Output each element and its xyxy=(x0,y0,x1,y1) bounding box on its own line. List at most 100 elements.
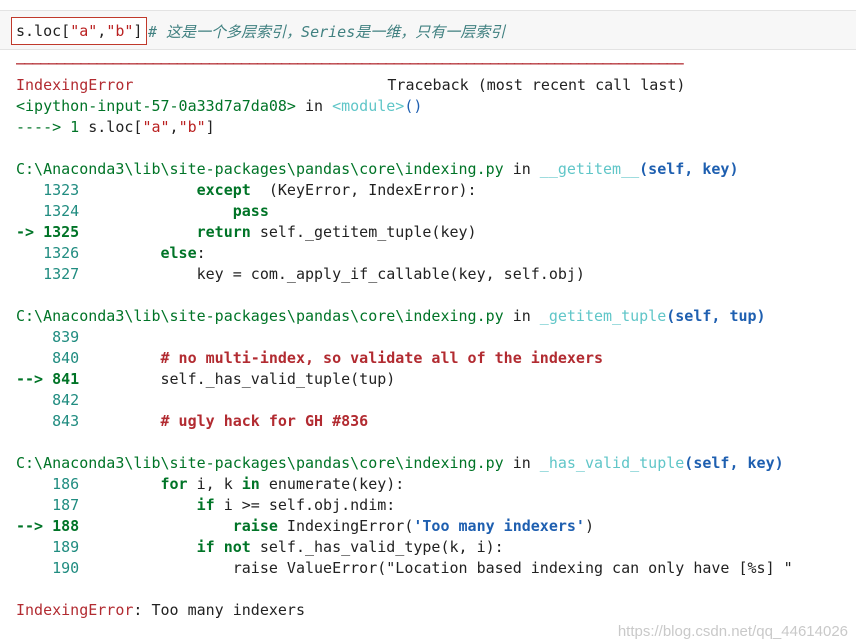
line-number: 187 xyxy=(52,496,80,514)
arrow-marker xyxy=(16,559,52,577)
cell-input-row[interactable]: s.loc["a", "b"] # 这是一个多层索引，Series是一维，只有一层… xyxy=(0,10,856,50)
in-word: in xyxy=(503,160,540,178)
in-word: in xyxy=(295,97,333,115)
module-name: <module> xyxy=(332,97,405,115)
code-token: key = com._apply_if_callable(key, self.o… xyxy=(196,265,585,283)
code-token: # ugly hack for GH #836 xyxy=(160,412,369,430)
frame-function: _getitem_tuple xyxy=(539,307,667,325)
line-number: 839 xyxy=(52,328,80,346)
code-token: if xyxy=(196,538,215,556)
code-line: 839 xyxy=(16,327,856,348)
traceback-output: ────────────────────────────────────────… xyxy=(16,54,856,621)
arrow-marker xyxy=(16,391,52,409)
frame-header: C:\Anaconda3\lib\site-packages\pandas\co… xyxy=(16,159,856,180)
frame-args: (self, tup) xyxy=(666,307,766,325)
line-number: 840 xyxy=(52,349,80,367)
code-token: for xyxy=(160,475,188,493)
line-number: 842 xyxy=(52,391,80,409)
in-word: in xyxy=(503,307,540,325)
arrow-marker xyxy=(16,265,43,283)
code-token: 'Too many indexers' xyxy=(413,517,585,535)
code-token: i >= self.obj.ndim: xyxy=(214,496,396,514)
code-line: 1326 else: xyxy=(16,243,856,264)
traceback-header-text: Traceback (most recent call last) xyxy=(387,76,686,94)
arrow-marker: -> xyxy=(16,223,44,241)
code-line: 843 # ugly hack for GH #836 xyxy=(16,411,856,432)
code-line: --> 188 raise IndexingError('Too many in… xyxy=(16,516,856,537)
code-line: -> 1325 return self._getitem_tuple(key) xyxy=(16,222,856,243)
line-number: 190 xyxy=(52,559,80,577)
code-line: 1323 except (KeyError, IndexError): xyxy=(16,180,856,201)
code-token: else xyxy=(160,244,197,262)
code-text: s.loc[ xyxy=(88,118,143,136)
code-token: ) xyxy=(584,517,594,535)
code-string: "a" xyxy=(142,118,170,136)
code-token: (KeyError, IndexError): xyxy=(250,181,477,199)
line-number: 841 xyxy=(52,370,80,388)
final-error-message: : Too many indexers xyxy=(133,601,305,619)
code-prefix: s.loc[ xyxy=(16,22,71,40)
frame-path: C:\Anaconda3\lib\site-packages\pandas\co… xyxy=(16,160,504,178)
code-token: self._getitem_tuple(key) xyxy=(250,223,477,241)
arrow-marker xyxy=(16,475,52,493)
frame-path: C:\Anaconda3\lib\site-packages\pandas\co… xyxy=(16,307,504,325)
error-name: IndexingError xyxy=(16,76,134,94)
code-line: 1324 pass xyxy=(16,201,856,222)
watermark: https://blog.csdn.net/qq_44614026 xyxy=(617,623,848,640)
arrow-marker xyxy=(16,496,52,514)
code-line: --> 841 self._has_valid_tuple(tup) xyxy=(16,369,856,390)
code-string: "b" xyxy=(178,118,206,136)
input-ref: <ipython-input-57-0a33d7a7da08> xyxy=(16,97,296,115)
module-paren: () xyxy=(404,97,423,115)
code-comma: , xyxy=(97,22,107,40)
code-suffix: ] xyxy=(133,22,143,40)
line-number: 1 xyxy=(61,118,89,136)
final-error-line: IndexingError: Too many indexers xyxy=(16,600,856,621)
traceback-separator: ────────────────────────────────────────… xyxy=(16,55,684,73)
code-text: , xyxy=(169,118,179,136)
arrow-marker xyxy=(16,244,43,262)
code-comment: # 这是一个多层索引，Series是一维，只有一层索引 xyxy=(148,23,506,41)
in-word: in xyxy=(503,454,540,472)
code-line: 190 raise ValueError("Location based ind… xyxy=(16,558,856,579)
line-number: 1326 xyxy=(43,244,80,262)
arrow-marker: --> xyxy=(16,517,53,535)
line-number: 843 xyxy=(52,412,80,430)
frame-path: C:\Anaconda3\lib\site-packages\pandas\co… xyxy=(16,454,504,472)
code-line: 186 for i, k in enumerate(key): xyxy=(16,474,856,495)
code-token: IndexingError( xyxy=(277,517,414,535)
traceback-frames: C:\Anaconda3\lib\site-packages\pandas\co… xyxy=(16,159,856,600)
line-number: 189 xyxy=(52,538,80,556)
code-line: 840 # no multi-index, so validate all of… xyxy=(16,348,856,369)
arrow-marker xyxy=(16,202,43,220)
final-error-name: IndexingError xyxy=(16,601,134,619)
code-token: if xyxy=(196,496,215,514)
code-input[interactable]: s.loc["a", "b"] xyxy=(11,17,148,45)
code-text: ] xyxy=(205,118,215,136)
code-line: 842 xyxy=(16,390,856,411)
line-number: 1325 xyxy=(43,223,80,241)
frame-function: __getitem__ xyxy=(539,160,640,178)
code-line: 189 if not self._has_valid_type(k, i): xyxy=(16,537,856,558)
code-token: # no multi-index, so validate all of the… xyxy=(160,349,604,367)
code-arg-b: "b" xyxy=(106,22,134,40)
code-token: except xyxy=(196,181,251,199)
line-number: 1327 xyxy=(43,265,80,283)
line-number: 1323 xyxy=(43,181,80,199)
arrow-marker: --> xyxy=(16,370,53,388)
frame-function: _has_valid_tuple xyxy=(539,454,685,472)
code-arg-a: "a" xyxy=(70,22,98,40)
frame-header: C:\Anaconda3\lib\site-packages\pandas\co… xyxy=(16,306,856,327)
